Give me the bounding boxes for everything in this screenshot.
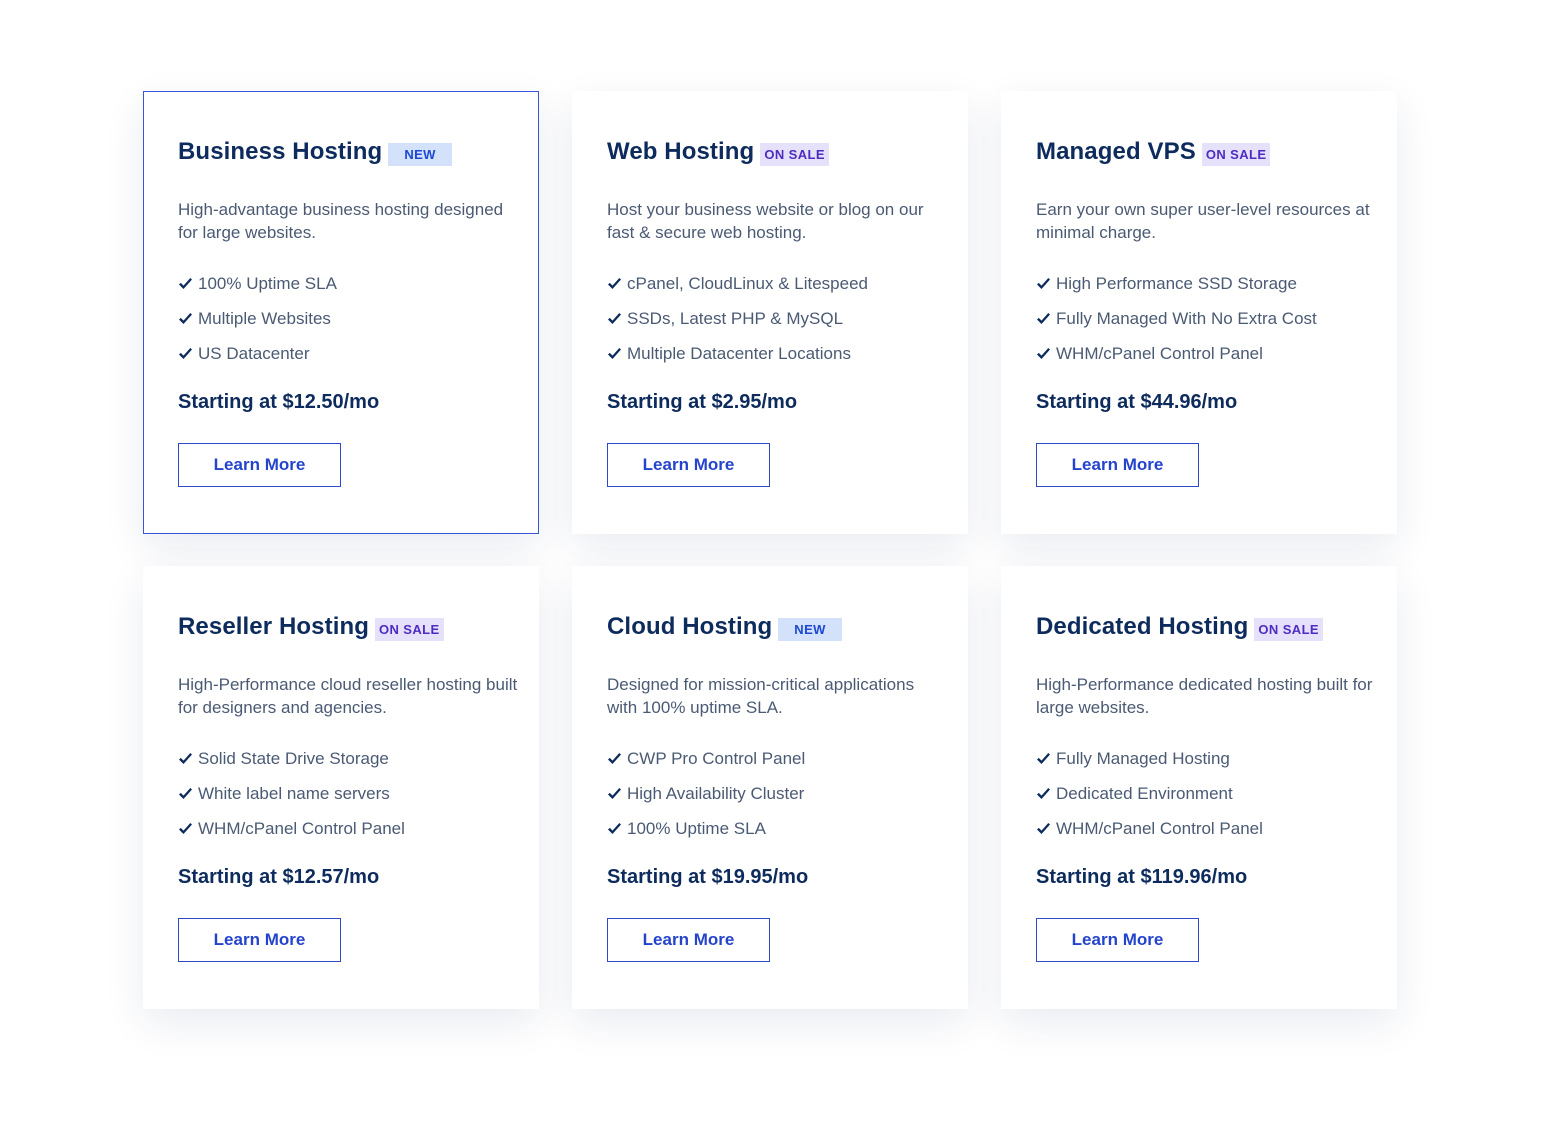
check-icon (179, 822, 192, 834)
plan-title-row: Business Hosting NEW (178, 136, 518, 168)
plan-feature: SSDs, Latest PHP & MySQL (607, 301, 947, 336)
plan-feature: Multiple Websites (178, 301, 518, 336)
plan-feature: 100% Uptime SLA (607, 811, 947, 846)
plan-feature: High Availability Cluster (607, 776, 947, 811)
check-icon (179, 752, 192, 764)
check-icon (179, 347, 192, 359)
plan-badge: ON SALE (1254, 617, 1323, 641)
hosting-plans-grid: Business Hosting NEW High-advantage busi… (143, 91, 1397, 1009)
plan-title: Cloud Hosting (607, 613, 773, 640)
check-icon (179, 277, 192, 289)
learn-more-button[interactable]: Learn More (1036, 918, 1199, 962)
plan-price: Starting at $119.96/mo (1036, 866, 1248, 888)
plan-price: Starting at $19.95/mo (607, 866, 809, 888)
plan-price: Starting at $12.57/mo (178, 866, 380, 888)
plan-feature-list: Fully Managed Hosting Dedicated Environm… (1036, 741, 1376, 846)
plan-card-dedicated-hosting: Dedicated Hosting ON SALE High-Performan… (1001, 566, 1397, 1009)
plan-feature: High Performance SSD Storage (1036, 266, 1376, 301)
check-icon (1037, 347, 1050, 359)
check-icon (608, 277, 621, 289)
plan-feature: CWP Pro Control Panel (607, 741, 947, 776)
plan-card-reseller-hosting: Reseller Hosting ON SALE High-Performanc… (143, 566, 539, 1009)
check-icon (608, 347, 621, 359)
plan-badge: ON SALE (1201, 142, 1271, 166)
plan-description: Earn your own super user-level resources… (1036, 200, 1370, 242)
check-icon (179, 787, 192, 799)
plan-feature-list: cPanel, CloudLinux & Litespeed SSDs, Lat… (607, 266, 947, 371)
plan-feature: WHM/cPanel Control Panel (1036, 811, 1376, 846)
plan-feature-list: 100% Uptime SLA Multiple Websites US Dat… (178, 266, 518, 371)
plan-card-cloud-hosting: Cloud Hosting NEW Designed for mission-c… (572, 566, 968, 1009)
plan-card-web-hosting: Web Hosting ON SALE Host your business w… (572, 91, 968, 534)
plan-badge: ON SALE (375, 617, 444, 641)
plan-title: Reseller Hosting (178, 613, 369, 640)
plan-badge: ON SALE (760, 142, 829, 166)
plan-description: High-advantage business hosting designed… (178, 200, 504, 242)
plan-feature-list: Solid State Drive Storage White label na… (178, 741, 518, 846)
plan-badge: NEW (778, 617, 842, 641)
plan-feature: Multiple Datacenter Locations (607, 336, 947, 371)
plan-title: Dedicated Hosting (1036, 613, 1249, 640)
plan-description: Designed for mission-critical applicatio… (607, 675, 915, 717)
plan-description: Host your business website or blog on ou… (607, 200, 924, 242)
check-icon (608, 787, 621, 799)
learn-more-button[interactable]: Learn More (607, 918, 770, 962)
plan-title-row: Reseller Hosting ON SALE (178, 611, 518, 643)
plan-title-row: Web Hosting ON SALE (607, 136, 947, 168)
plan-feature: WHM/cPanel Control Panel (178, 811, 518, 846)
plan-feature: Dedicated Environment (1036, 776, 1376, 811)
plan-feature: White label name servers (178, 776, 518, 811)
check-icon (1037, 277, 1050, 289)
plan-feature: US Datacenter (178, 336, 518, 371)
plan-card-business-hosting: Business Hosting NEW High-advantage busi… (143, 91, 539, 534)
plan-feature: Solid State Drive Storage (178, 741, 518, 776)
plan-feature-list: CWP Pro Control Panel High Availability … (607, 741, 947, 846)
plan-title-row: Dedicated Hosting ON SALE (1036, 611, 1376, 643)
check-icon (608, 752, 621, 764)
check-icon (1037, 822, 1050, 834)
check-icon (608, 312, 621, 324)
check-icon (1037, 312, 1050, 324)
plan-description: High-Performance dedicated hosting built… (1036, 675, 1373, 717)
plan-title-row: Cloud Hosting NEW (607, 611, 947, 643)
check-icon (1037, 787, 1050, 799)
plan-title: Managed VPS (1036, 138, 1196, 165)
plan-card-managed-vps: Managed VPS ON SALE Earn your own super … (1001, 91, 1397, 534)
plan-feature: 100% Uptime SLA (178, 266, 518, 301)
plan-feature: cPanel, CloudLinux & Litespeed (607, 266, 947, 301)
plan-description: High-Performance cloud reseller hosting … (178, 675, 518, 717)
learn-more-button[interactable]: Learn More (607, 443, 770, 487)
learn-more-button[interactable]: Learn More (178, 443, 341, 487)
plan-feature: WHM/cPanel Control Panel (1036, 336, 1376, 371)
plan-badge: NEW (388, 142, 452, 166)
plan-feature-list: High Performance SSD Storage Fully Manag… (1036, 266, 1376, 371)
check-icon (179, 312, 192, 324)
learn-more-button[interactable]: Learn More (1036, 443, 1199, 487)
learn-more-button[interactable]: Learn More (178, 918, 341, 962)
plan-price: Starting at $2.95/mo (607, 391, 798, 413)
plan-feature: Fully Managed With No Extra Cost (1036, 301, 1376, 336)
plan-price: Starting at $44.96/mo (1036, 391, 1238, 413)
check-icon (608, 822, 621, 834)
plan-price: Starting at $12.50/mo (178, 391, 380, 413)
plan-title: Web Hosting (607, 138, 755, 165)
plan-title: Business Hosting (178, 138, 383, 165)
check-icon (1037, 752, 1050, 764)
plan-title-row: Managed VPS ON SALE (1036, 136, 1376, 168)
plan-feature: Fully Managed Hosting (1036, 741, 1376, 776)
